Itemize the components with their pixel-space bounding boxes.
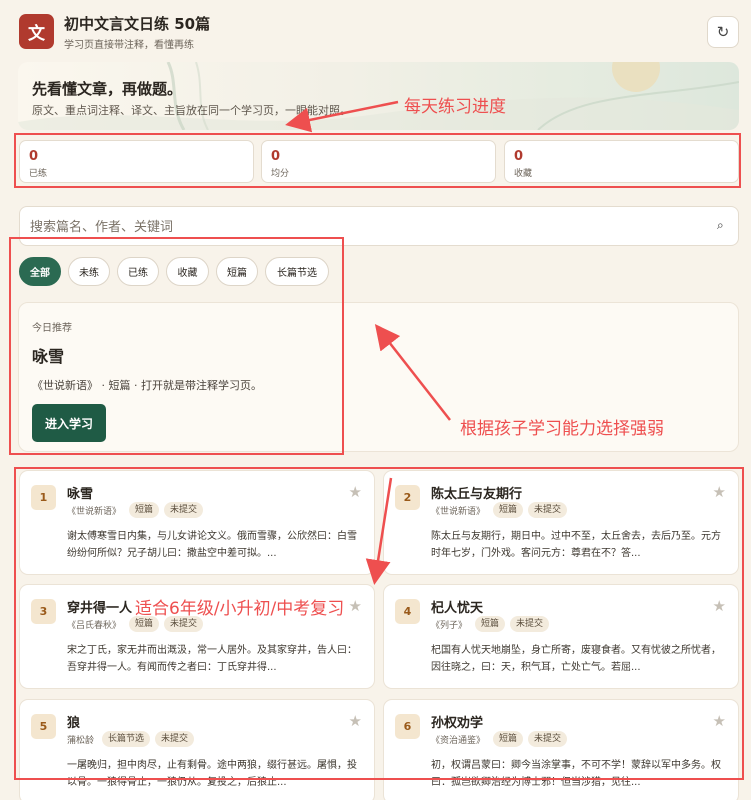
lesson-excerpt: 一屠晚归，担中肉尽，止有剩骨。途中两狼，缀行甚远。屠惧，投以骨。一狼得骨止，一狼…	[67, 760, 357, 788]
lesson-title: 陈太丘与友期行	[431, 487, 523, 502]
star-icon[interactable]: ★	[713, 483, 726, 501]
lesson-excerpt: 初，权谓吕蒙曰：卿今当涂掌事，不可不学！蒙辞以军中多务。权曰：孤岂欲卿治经为博士…	[431, 760, 721, 788]
lesson-number: 6	[395, 714, 420, 739]
lesson-card-6[interactable]: 6 孙权劝学 《资治通鉴》 短篇 未提交 初，权谓吕蒙曰：卿今当涂掌事，不可不学…	[383, 699, 739, 800]
lesson-card-1[interactable]: 1 咏雪 《世说新语》 短篇 未提交 谢太傅寒雪日内集，与儿女讲论文义。俄而雪骤…	[19, 470, 375, 575]
search-icon[interactable]: ⌕	[717, 218, 724, 233]
filter-all[interactable]: 全部	[19, 257, 61, 286]
search-input[interactable]	[30, 217, 690, 237]
status-tag: 未提交	[155, 731, 195, 747]
lesson-source: 《世说新语》	[67, 506, 122, 517]
star-icon[interactable]: ★	[713, 597, 726, 615]
lesson-number: 3	[31, 599, 56, 624]
stat-value: 0	[29, 149, 39, 164]
lesson-number: 4	[395, 599, 420, 624]
lesson-card-4[interactable]: 4 杞人忧天 《列子》 短篇 未提交 杞国有人忧天地崩坠，身亡所寄，废寝食者。又…	[383, 584, 739, 689]
stat-value: 0	[514, 149, 524, 164]
status-tag: 未提交	[510, 616, 550, 632]
stat-label: 已练	[29, 169, 48, 179]
lesson-title: 狼	[67, 716, 81, 731]
app-title: 初中文言文日练 50篇	[64, 15, 211, 33]
hero-title: 先看懂文章，再做题。	[32, 80, 183, 98]
lesson-title: 杞人忧天	[431, 601, 484, 616]
lesson-title: 孙权劝学	[431, 716, 484, 731]
stat-value: 0	[271, 149, 281, 164]
lesson-excerpt: 宋之丁氏，家无井而出溉汲，常一人居外。及其家穿井，告人曰：吾穿井得一人。有闻而传…	[67, 645, 357, 673]
lesson-number: 1	[31, 485, 56, 510]
lesson-number: 5	[31, 714, 56, 739]
lesson-source: 蒲松龄	[67, 735, 95, 746]
stat-favorites: 0 收藏	[504, 140, 739, 183]
lesson-tag: 短篇	[493, 502, 524, 518]
filter-short[interactable]: 短篇	[216, 257, 258, 286]
app-header: 文 初中文言文日练 50篇 学习页直接带注释，看懂再练 ↻	[0, 0, 751, 60]
refresh-button[interactable]: ↻	[707, 16, 739, 48]
lesson-title: 穿井得一人	[67, 601, 133, 616]
lesson-card-2[interactable]: 2 陈太丘与友期行 《世说新语》 短篇 未提交 陈太丘与友期行，期日中。过中不至…	[383, 470, 739, 575]
status-tag: 未提交	[528, 731, 568, 747]
lesson-tag: 短篇	[493, 731, 524, 747]
lesson-source: 《列子》	[431, 620, 468, 631]
lesson-source: 《资治通鉴》	[431, 735, 486, 746]
search-box	[19, 206, 739, 246]
status-tag: 未提交	[164, 502, 204, 518]
stat-label: 收藏	[514, 169, 533, 179]
stat-practiced: 0 已练	[19, 140, 254, 183]
refresh-icon: ↻	[716, 23, 730, 41]
annotation-grade: 适合6年级/小升初/中考复习	[135, 599, 345, 619]
recommend-title: 咏雪	[32, 347, 65, 366]
enter-study-button[interactable]: 进入学习	[32, 404, 106, 442]
lesson-tag: 短篇	[475, 616, 506, 632]
app-logo: 文	[19, 14, 54, 49]
stat-average: 0 均分	[261, 140, 496, 183]
filter-practiced[interactable]: 已练	[117, 257, 159, 286]
star-icon[interactable]: ★	[349, 483, 362, 501]
filter-unpracticed[interactable]: 未练	[68, 257, 110, 286]
hero-banner: 先看懂文章，再做题。 原文、重点词注释、译文、主旨放在同一个学习页，一眼能对照。	[18, 62, 739, 130]
annotation-progress: 每天练习进度	[404, 97, 506, 117]
status-tag: 未提交	[528, 502, 568, 518]
recommend-label: 今日推荐	[32, 323, 72, 334]
lesson-card-5[interactable]: 5 狼 蒲松龄 长篇节选 未提交 一屠晚归，担中肉尽，止有剩骨。途中两狼，缀行甚…	[19, 699, 375, 800]
recommend-description: 《世说新语》 · 短篇 · 打开就是带注释学习页。	[32, 379, 262, 392]
lesson-title: 咏雪	[67, 487, 94, 502]
star-icon[interactable]: ★	[349, 712, 362, 730]
lesson-number: 2	[395, 485, 420, 510]
filter-long-excerpt[interactable]: 长篇节选	[265, 257, 329, 286]
hero-description: 原文、重点词注释、译文、主旨放在同一个学习页，一眼能对照。	[32, 104, 351, 117]
annotation-level: 根据孩子学习能力选择强弱	[460, 419, 664, 439]
stat-label: 均分	[271, 169, 290, 179]
lesson-excerpt: 谢太傅寒雪日内集，与儿女讲论文义。俄而雪骤，公欣然曰：白雪纷纷何所似？兄子胡儿曰…	[67, 531, 357, 559]
filter-favorites[interactable]: 收藏	[166, 257, 209, 286]
star-icon[interactable]: ★	[349, 597, 362, 615]
lesson-excerpt: 陈太丘与友期行，期日中。过中不至，太丘舍去，去后乃至。元方时年七岁，门外戏。客问…	[431, 531, 721, 559]
lesson-tag: 长篇节选	[102, 731, 151, 747]
star-icon[interactable]: ★	[713, 712, 726, 730]
app-subtitle: 学习页直接带注释，看懂再练	[64, 40, 194, 51]
lesson-tag: 短篇	[129, 502, 160, 518]
lesson-source: 《吕氏春秋》	[67, 620, 122, 631]
lesson-excerpt: 杞国有人忧天地崩坠，身亡所寄，废寝食者。又有忧彼之所忧者，因往晓之，曰：天，积气…	[431, 645, 721, 673]
lesson-source: 《世说新语》	[431, 506, 486, 517]
